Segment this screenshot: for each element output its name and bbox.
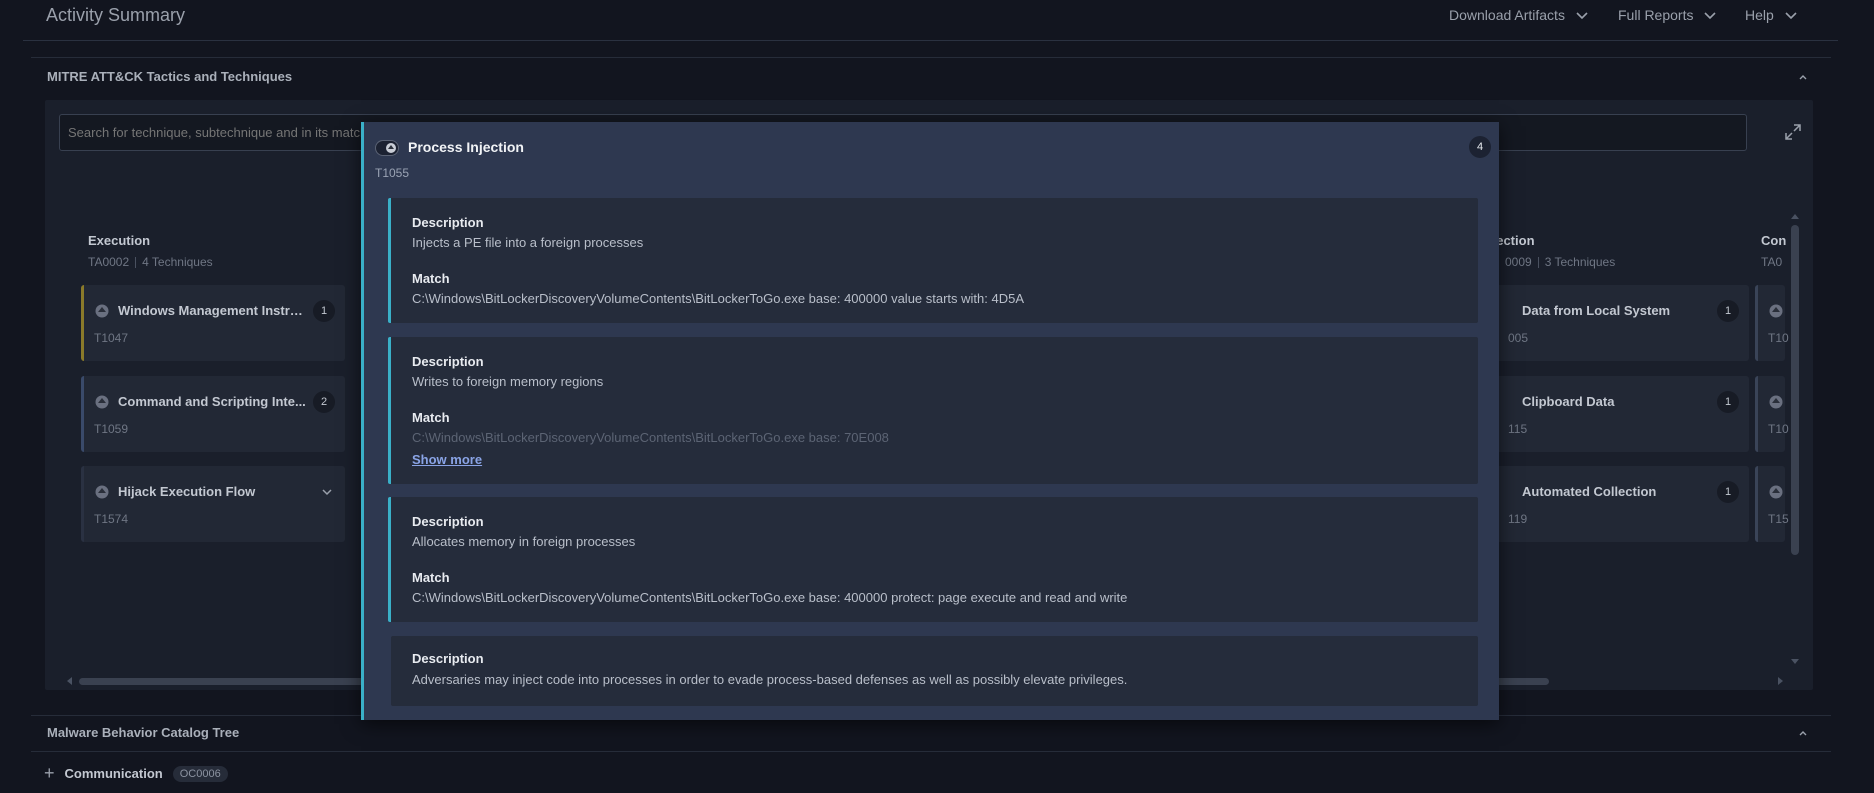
tactic-title: Execution <box>88 233 151 248</box>
vertical-scrollbar[interactable] <box>1791 225 1799 555</box>
match-text: C:\Windows\BitLockerDiscoveryVolumeConte… <box>412 430 889 445</box>
technique-id: T10 <box>1768 422 1789 436</box>
divider <box>23 40 1838 41</box>
app-title: Activity Summary <box>46 5 186 25</box>
mbc-section-header[interactable]: Malware Behavior Catalog Tree <box>31 715 1831 751</box>
description-label: Description <box>412 215 484 230</box>
technique-card[interactable]: Hijack Execution Flow T1574 <box>81 466 345 542</box>
description-text: Writes to foreign memory regions <box>412 374 604 389</box>
chevron-down-icon <box>1785 12 1797 20</box>
technique-card[interactable]: Windows Management Instru... T1047 1 <box>81 285 345 361</box>
scroll-down-arrow-icon[interactable] <box>1790 658 1800 666</box>
match-count-badge: 1 <box>1717 391 1739 413</box>
match-label: Match <box>412 271 450 286</box>
nav-label: Full Reports <box>1618 7 1694 23</box>
nav-label: Help <box>1745 7 1774 23</box>
chevron-down-icon[interactable] <box>321 486 333 498</box>
mbc-tree-item[interactable]: + Communication OC0006 <box>44 763 228 784</box>
match-count-badge: 1 <box>1717 300 1739 322</box>
chevron-up-icon[interactable] <box>1797 71 1809 83</box>
technique-card[interactable]: Automated Collection 119 1 <box>1485 466 1749 542</box>
match-entry: Description Allocates memory in foreign … <box>388 497 1478 622</box>
technique-name: Data from Local System <box>1522 303 1671 318</box>
technique-card[interactable]: T15 <box>1755 466 1789 542</box>
description-text: Injects a PE file into a foreign process… <box>412 235 644 250</box>
tactic-id: 0009 <box>1505 255 1532 269</box>
tactic-title: Con <box>1761 233 1787 248</box>
description-label: Description <box>412 514 484 529</box>
technique-card[interactable]: Data from Local System 005 1 <box>1485 285 1749 361</box>
description-label: Description <box>412 651 484 666</box>
match-label: Match <box>412 570 450 585</box>
technique-detail-popup: Process Injection T1055 4 Description In… <box>361 122 1499 720</box>
technique-id: T1059 <box>94 422 129 436</box>
description-text: Adversaries may inject code into process… <box>412 672 1128 687</box>
technique-icon <box>95 304 109 318</box>
technique-description: Description Adversaries may inject code … <box>391 636 1478 706</box>
mitre-section-header[interactable]: MITRE ATT&CK Tactics and Techniques <box>31 57 1831 95</box>
match-count-badge: 4 <box>1469 136 1491 158</box>
match-count-badge: 1 <box>313 300 335 322</box>
technique-icon <box>1769 395 1783 409</box>
nav-download-artifacts[interactable]: Download Artifacts <box>1449 7 1589 23</box>
technique-card[interactable]: T10 <box>1755 285 1789 361</box>
tactic-id: TA0 <box>1761 255 1783 269</box>
tactic-count: 4 Techniques <box>142 255 213 269</box>
divider <box>31 751 1831 752</box>
description-label: Description <box>412 354 484 369</box>
technique-card[interactable]: Clipboard Data 115 1 <box>1485 376 1749 452</box>
technique-name: Automated Collection <box>1522 484 1657 499</box>
technique-id: 115 <box>1508 422 1528 436</box>
popup-title: Process Injection <box>408 139 524 155</box>
technique-card[interactable]: Command and Scripting Inte... T1059 2 <box>81 376 345 452</box>
technique-id: T1047 <box>94 331 129 345</box>
popup-technique-id: T1055 <box>375 166 410 180</box>
nav-help[interactable]: Help <box>1745 7 1798 23</box>
technique-name: Hijack Execution Flow <box>118 484 256 499</box>
technique-id: T15 <box>1768 512 1789 526</box>
scroll-up-arrow-icon[interactable] <box>1790 212 1800 220</box>
tactic-count: 3 Techniques <box>1544 255 1616 269</box>
technique-name: Windows Management Instru... <box>118 303 308 318</box>
tactic-id: TA0002 <box>88 255 130 269</box>
chevron-down-icon <box>1576 12 1588 20</box>
match-count-badge: 2 <box>313 391 335 413</box>
tactic-meta: 0009 3 Techniques <box>1505 255 1615 269</box>
technique-icon <box>95 395 109 409</box>
technique-id: 119 <box>1508 512 1528 526</box>
technique-card[interactable]: T10 <box>1755 376 1789 452</box>
expand-icon[interactable] <box>1783 122 1803 142</box>
section-title: MITRE ATT&CK Tactics and Techniques <box>47 69 293 84</box>
tactic-meta: TA0002 4 Techniques <box>88 255 213 269</box>
technique-icon <box>1769 485 1783 499</box>
match-text: C:\Windows\BitLockerDiscoveryVolumeConte… <box>412 291 1025 306</box>
technique-icon <box>375 140 399 156</box>
match-entry: Description Injects a PE file into a for… <box>388 198 1478 323</box>
technique-icon <box>95 485 109 499</box>
mbc-item-tag: OC0006 <box>172 765 228 782</box>
section-title: Malware Behavior Catalog Tree <box>47 725 240 740</box>
technique-id: 005 <box>1508 331 1529 345</box>
mbc-item-label: Communication <box>64 766 163 781</box>
technique-icon <box>1769 304 1783 318</box>
technique-id: T1574 <box>94 512 129 526</box>
technique-id: T10 <box>1768 331 1789 345</box>
chevron-down-icon <box>1704 12 1717 20</box>
show-more-link[interactable]: Show more <box>412 452 482 467</box>
match-text: C:\Windows\BitLockerDiscoveryVolumeConte… <box>412 590 1128 605</box>
technique-name: Clipboard Data <box>1522 394 1615 409</box>
scroll-right-arrow-icon[interactable] <box>1777 676 1785 686</box>
expand-plus-icon[interactable]: + <box>44 763 55 784</box>
description-text: Allocates memory in foreign processes <box>412 534 636 549</box>
nav-label: Download Artifacts <box>1449 7 1565 23</box>
chevron-up-icon[interactable] <box>1797 727 1809 739</box>
top-bar: Activity Summary Download Artifacts Full… <box>0 0 1874 32</box>
scroll-left-arrow-icon[interactable] <box>65 676 73 686</box>
match-label: Match <box>412 410 450 425</box>
technique-name: Command and Scripting Inte... <box>118 394 306 409</box>
nav-full-reports[interactable]: Full Reports <box>1618 7 1717 23</box>
match-entry: Description Writes to foreign memory reg… <box>388 337 1478 484</box>
match-count-badge: 1 <box>1717 481 1739 503</box>
